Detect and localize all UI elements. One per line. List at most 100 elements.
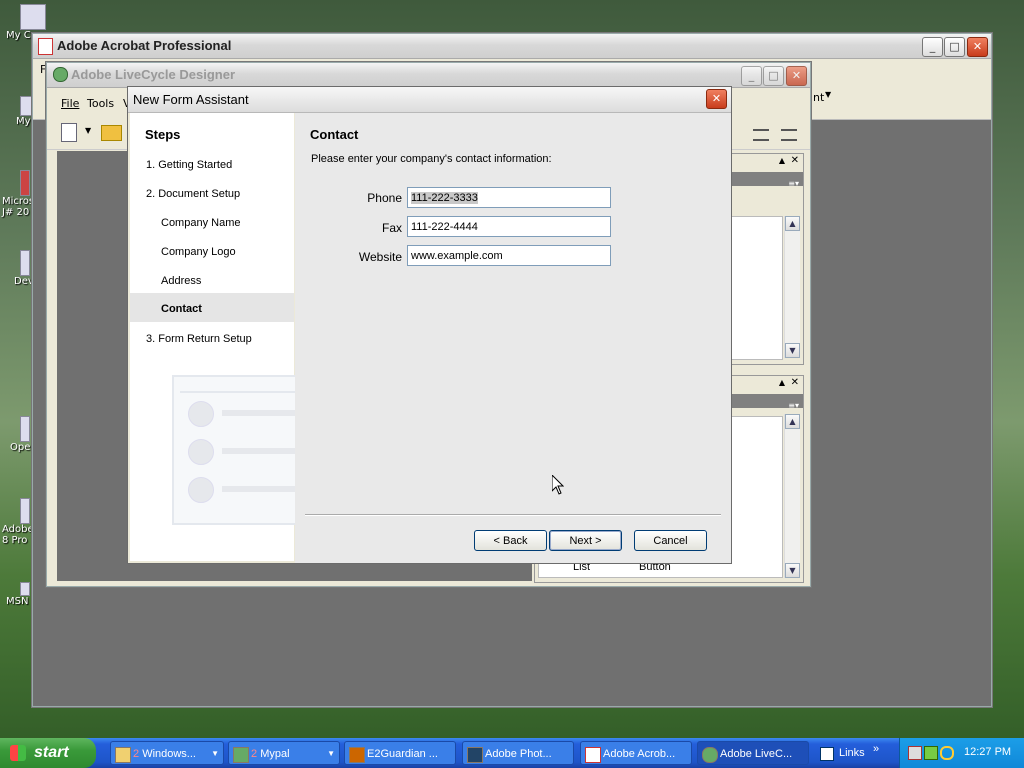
align-left-icon[interactable] <box>753 129 769 141</box>
scroll-up-button[interactable]: ▲ <box>785 414 800 429</box>
back-button[interactable]: < Back <box>474 530 547 551</box>
palette-close-icon[interactable]: ✕ <box>791 377 799 388</box>
scroll-up-button[interactable]: ▲ <box>785 216 800 231</box>
desktop-icon-my-computer[interactable]: My C <box>0 4 46 41</box>
app-icon <box>20 498 30 524</box>
maximize-button[interactable]: □ <box>763 66 784 86</box>
desktop-icon-label: Ope <box>10 442 31 453</box>
task-mypal[interactable]: 2 Mypal ▼ <box>228 741 340 765</box>
livecycle-title: Adobe LiveCycle Designer <box>71 67 235 82</box>
palette-menu-icon[interactable]: ≡▾ <box>788 179 799 188</box>
step-label: Company Name <box>161 217 241 229</box>
new-document-icon[interactable] <box>61 123 77 142</box>
step-company-name[interactable]: Company Name <box>130 209 294 238</box>
antivirus-icon[interactable] <box>924 746 938 760</box>
links-label: Links <box>839 747 865 759</box>
step-label: Company Logo <box>161 246 236 258</box>
close-button[interactable]: ✕ <box>967 37 988 57</box>
new-form-assistant-dialog: New Form Assistant ✕ Steps 1. Getting St… <box>127 86 732 564</box>
step-label: Contact <box>161 303 202 315</box>
chevron-down-icon: ▼ <box>327 749 335 758</box>
step-form-return-setup[interactable]: 3. Form Return Setup <box>130 325 294 354</box>
photoshop-icon <box>467 747 483 763</box>
dialog-title: New Form Assistant <box>133 92 249 107</box>
desktop-icon-my-documents[interactable]: My <box>0 96 46 127</box>
align-center-icon[interactable] <box>781 129 797 141</box>
desktop-icon-label: Adobe 8 Pro <box>2 524 34 546</box>
steps-panel: Steps 1. Getting Started 2. Document Set… <box>130 113 298 561</box>
step-label: Address <box>161 275 202 287</box>
chevron-right-icon: » <box>873 743 880 755</box>
task-livecycle[interactable]: Adobe LiveC... <box>697 741 809 765</box>
maximize-button[interactable]: □ <box>944 37 965 57</box>
task-windows-explorer[interactable]: 2 Windows... ▼ <box>110 741 224 765</box>
app-icon <box>20 170 30 196</box>
step-company-logo[interactable]: Company Logo <box>130 238 294 267</box>
task-photoshop[interactable]: Adobe Phot... <box>462 741 574 765</box>
desktop-icon-label: My C <box>6 30 31 41</box>
palette-minimize-icon[interactable]: ▲ <box>779 378 785 387</box>
mouse-cursor-icon <box>552 475 564 495</box>
chevron-down-icon: ▼ <box>825 90 832 99</box>
palette-close-icon[interactable]: ✕ <box>791 155 799 166</box>
acrobat-icon <box>38 38 53 55</box>
livecycle-icon <box>53 67 68 82</box>
app-icon <box>20 416 30 442</box>
minimize-button[interactable]: _ <box>741 66 762 86</box>
step-address[interactable]: Address <box>130 267 294 296</box>
phone-field[interactable]: 111-222-3333 <box>407 187 611 208</box>
menu-tools[interactable]: Tools <box>87 97 114 110</box>
desktop-icon-ope[interactable]: Ope <box>0 416 34 453</box>
acrobat-icon <box>585 747 601 763</box>
step-contact[interactable]: Contact <box>130 293 294 322</box>
search-icon[interactable] <box>940 746 954 760</box>
livecycle-title-bar: Adobe LiveCycle Designer _ □ ✕ <box>47 63 810 88</box>
palette-menu-icon[interactable]: ≡▾ <box>788 401 799 410</box>
desktop-icon-dev[interactable]: Dev <box>0 250 34 287</box>
network-icon[interactable] <box>908 746 922 760</box>
links-toolbar[interactable]: Links » <box>815 741 895 765</box>
next-button[interactable]: Next > <box>549 530 622 551</box>
step-getting-started[interactable]: 1. Getting Started <box>130 151 294 180</box>
cancel-button[interactable]: Cancel <box>634 530 707 551</box>
website-field[interactable]: www.example.com <box>407 245 611 266</box>
desktop-icon-label: Micros J# 20 <box>2 196 35 218</box>
palette-scrollbar[interactable]: ▲ ▼ <box>784 414 800 578</box>
task-label: Mypal <box>260 748 290 760</box>
website-label: Website <box>358 250 402 264</box>
menu-file[interactable]: File <box>61 97 79 110</box>
phone-label: Phone <box>367 191 402 205</box>
button-divider <box>305 514 721 516</box>
dialog-close-button[interactable]: ✕ <box>706 89 727 109</box>
task-label: Adobe Phot... <box>485 748 552 760</box>
website-value: www.example.com <box>411 250 503 262</box>
task-label: Windows... <box>142 748 196 760</box>
minimize-button[interactable]: _ <box>922 37 943 57</box>
fax-label: Fax <box>381 221 402 235</box>
scroll-down-button[interactable]: ▼ <box>785 563 800 578</box>
desktop-icon-adobe-8-pro[interactable]: Adobe 8 Pro <box>0 498 34 546</box>
windows-logo-icon <box>10 745 26 761</box>
step-document-setup[interactable]: 2. Document Setup <box>130 180 294 209</box>
step-label: 1. Getting Started <box>146 159 233 171</box>
task-label: Adobe LiveC... <box>720 748 793 760</box>
task-e2guardian[interactable]: E2Guardian ... <box>344 741 456 765</box>
scroll-down-button[interactable]: ▼ <box>785 343 800 358</box>
fax-field[interactable]: 111-222-4444 <box>407 216 611 237</box>
open-folder-icon[interactable] <box>101 125 122 141</box>
palette-scrollbar[interactable]: ▲ ▼ <box>784 216 800 358</box>
start-label: start <box>34 744 69 761</box>
dialog-title-bar: New Form Assistant ✕ <box>128 87 731 113</box>
acrobat-title-bar: Adobe Acrobat Professional _ □ ✕ <box>33 34 991 59</box>
toolbar-partial-label[interactable]: nt <box>813 91 824 104</box>
task-count: 2 <box>251 748 258 760</box>
desktop-icon-msn[interactable]: MSN <box>0 582 34 607</box>
task-acrobat[interactable]: Adobe Acrob... <box>580 741 692 765</box>
task-label: Adobe Acrob... <box>603 748 676 760</box>
desktop-icon-microsoft-j[interactable]: Micros J# 20 <box>0 170 34 218</box>
chevron-down-icon[interactable]: ▼ <box>85 126 91 135</box>
palette-minimize-icon[interactable]: ▲ <box>779 156 785 165</box>
clock: 12:27 PM <box>964 746 1012 758</box>
close-button[interactable]: ✕ <box>786 66 807 86</box>
start-button[interactable]: start <box>0 738 96 768</box>
